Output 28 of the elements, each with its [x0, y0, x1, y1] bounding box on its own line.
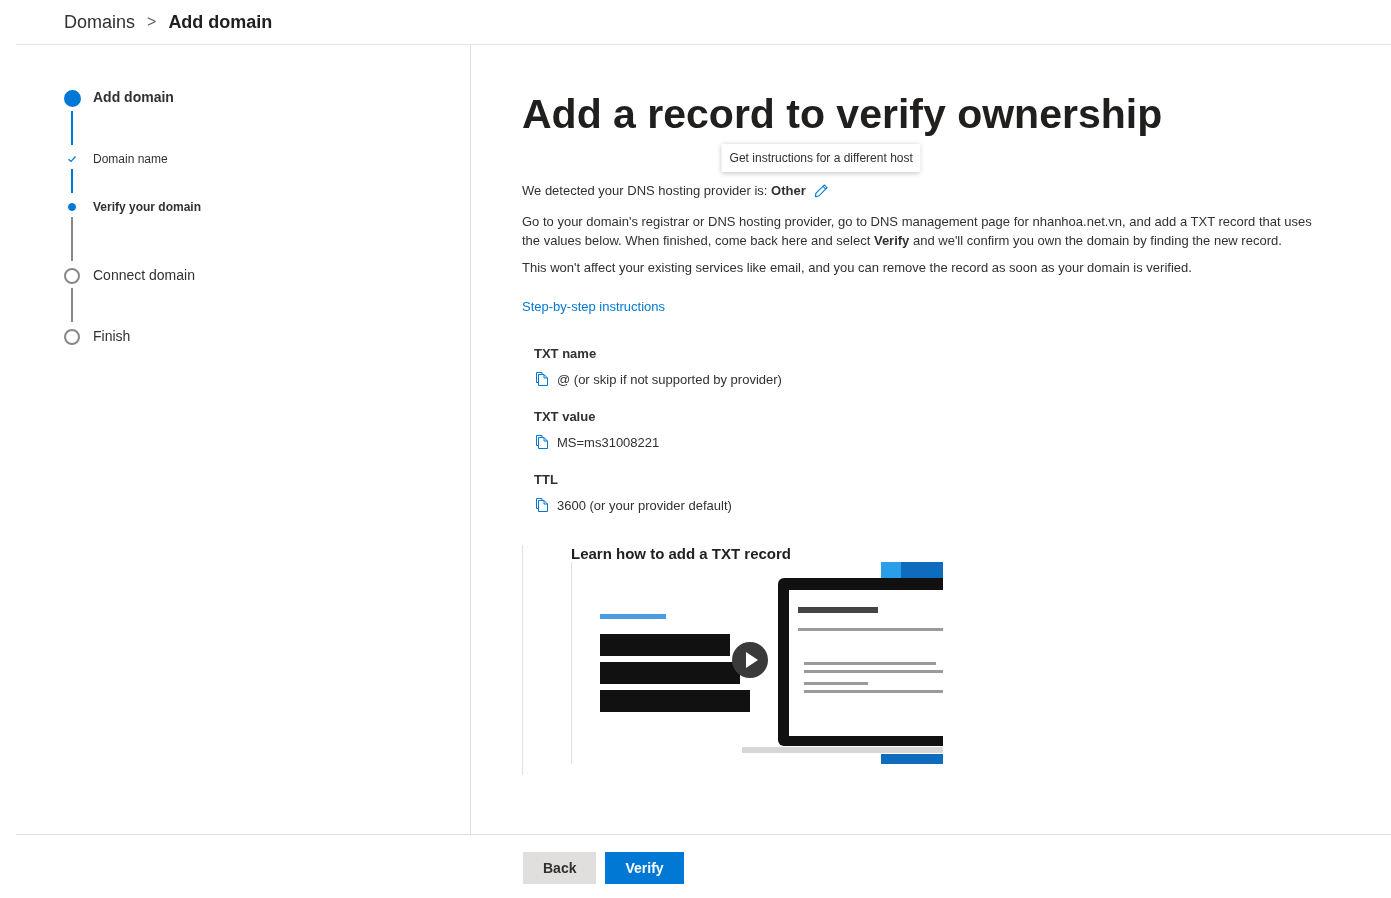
paragraph: This won't affect your existing services like email, and you can remove the record as soon as your domain is verified. [522, 259, 1193, 277]
step-label: Add domain [93, 88, 174, 107]
breadcrumb-current: Add domain [168, 11, 273, 33]
step-label: Finish [93, 327, 131, 346]
step-label: Domain name [93, 151, 168, 168]
step-label: Verify your domain [93, 199, 202, 216]
instructions-link[interactable]: Step-by-step instructions [522, 299, 666, 314]
verify-button[interactable]: Verify [605, 852, 684, 884]
record-label: TXT value [534, 409, 597, 424]
page-title: Add a record to verify ownership [522, 90, 1164, 139]
step-label: Connect domain [93, 266, 195, 285]
breadcrumb-separator: > [147, 13, 157, 31]
edit-icon[interactable] [813, 183, 829, 198]
copy-icon[interactable] [534, 371, 550, 387]
breadcrumb-link[interactable]: Domains [64, 11, 136, 33]
back-button[interactable]: Back [523, 852, 597, 884]
record-label: TXT name [534, 346, 598, 361]
record-value: MS=ms31008221 [557, 434, 660, 450]
tooltip: Get instructions for a different host [721, 144, 921, 172]
copy-icon[interactable] [534, 497, 550, 513]
record-label: TTL [534, 472, 559, 487]
copy-icon[interactable] [534, 434, 550, 450]
record-value: 3600 (or your provider default) [557, 497, 732, 513]
detected-provider-text: We detected your DNS hosting provider is: Other [522, 183, 806, 198]
play-button[interactable] [732, 642, 768, 678]
record-value: @ (or skip if not supported by provider) [557, 371, 782, 387]
video-heading: Learn how to add a TXT record [571, 545, 793, 562]
paragraph: Go to your domain's registrar or DNS hosting provider, go to DNS management page for nhanhoa.net.vn, and add a TXT record that uses the values below. When finished, come back here and select Verify and we'll confirm you own the domain by finding the new record. [522, 213, 1313, 250]
